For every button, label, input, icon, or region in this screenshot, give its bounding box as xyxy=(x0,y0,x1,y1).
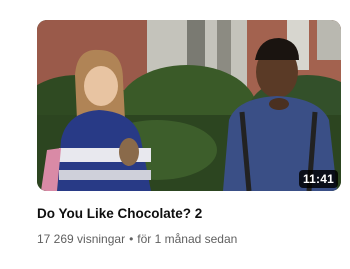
video-title[interactable]: Do You Like Chocolate? 2 xyxy=(37,205,337,223)
video-metadata: 17 269 visningar • för 1 månad sedan xyxy=(37,231,337,247)
video-card[interactable]: 11:41 Do You Like Chocolate? 2 17 269 vi… xyxy=(0,0,350,269)
view-count: 17 269 visningar xyxy=(37,232,126,246)
upload-age: för 1 månad sedan xyxy=(137,232,238,246)
thumbnail-image xyxy=(37,20,341,191)
video-thumbnail[interactable]: 11:41 xyxy=(37,20,341,191)
metadata-separator: • xyxy=(129,232,134,246)
video-duration-badge: 11:41 xyxy=(298,170,338,188)
